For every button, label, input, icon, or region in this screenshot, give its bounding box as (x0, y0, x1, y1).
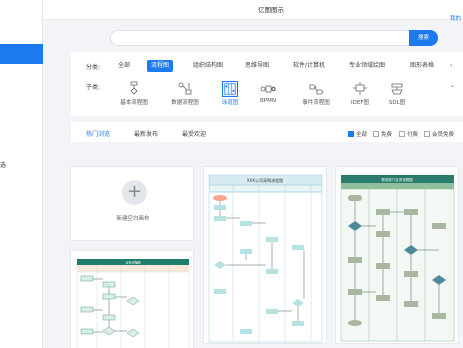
subtype-label-text: 数据流程图 (171, 100, 199, 106)
checkbox-label: 全部 (356, 132, 368, 138)
template-card-business-flow[interactable]: 业务流程图 (70, 250, 194, 348)
checkbox-label: 付费 (407, 132, 419, 138)
category-org-chart[interactable]: 组织结构图 (189, 60, 227, 72)
data-flowchart-icon (178, 82, 192, 95)
subtype-label-text: 事件流程图 (302, 100, 330, 106)
category-graphic-table[interactable]: 图形表格 (406, 60, 438, 72)
checkbox-label: 免费 (381, 132, 393, 138)
filter-member-free-checkbox[interactable]: 会员免费 (424, 130, 454, 138)
new-blank-canvas-card[interactable]: + 新建空白画布 (70, 166, 194, 241)
bpmn-icon (260, 85, 276, 93)
template-thumbnail: 业务流程图 (75, 257, 191, 348)
subtype-sdl[interactable]: SDL图 (375, 81, 419, 106)
left-sidebar: 选 (0, 0, 43, 348)
tab-popular[interactable]: 热门浏览 (86, 129, 110, 138)
subtype-label-text: 基本流程图 (120, 100, 148, 106)
plus-icon: + (122, 180, 147, 205)
event-flowchart-icon (309, 84, 324, 95)
checkbox-icon (373, 131, 379, 137)
top-bar: 亿图图示 我的 (43, 0, 463, 22)
template-thumbnail: 物流部门业务流程图 (339, 173, 456, 343)
tab-favorite[interactable]: 最受欢迎 (182, 129, 206, 138)
category-all[interactable]: 全部 (114, 60, 134, 72)
checkbox-checked-icon (348, 131, 354, 137)
tab-newest[interactable]: 最新发布 (134, 129, 158, 138)
basic-flowchart-icon (130, 81, 138, 95)
category-software[interactable]: 软件/计算机 (289, 60, 329, 72)
template-thumbnail: XXX公司采购流程图 (207, 173, 324, 343)
top-right-link[interactable]: 我的 (450, 14, 461, 22)
search-input[interactable] (111, 31, 409, 45)
filter-free-checkbox[interactable]: 免费 (373, 130, 392, 138)
template-card-logistics-flow[interactable]: 物流部门业务流程图 (335, 166, 459, 344)
category-label: 分类: (86, 64, 101, 71)
filter-all-checkbox[interactable]: 全部 (348, 130, 367, 138)
template-title: 物流部门业务流程图 (381, 177, 413, 182)
chevron-right-icon[interactable]: › (450, 62, 452, 69)
template-title: 业务流程图 (125, 260, 140, 265)
sdl-icon (391, 83, 403, 95)
swimlane-icon (222, 81, 238, 97)
subtype-event-flowchart[interactable]: 事件流程图 (294, 81, 338, 106)
sidebar-item-label[interactable]: 选 (0, 160, 6, 169)
template-title: XXX公司采购流程图 (247, 177, 283, 183)
idef-icon (353, 82, 367, 95)
subtype-label-text: SDL图 (388, 100, 406, 106)
filter-paid-checkbox[interactable]: 付费 (399, 130, 418, 138)
app-title: 亿图图示 (258, 6, 284, 14)
checkbox-icon (399, 131, 405, 137)
subtype-basic-flowchart[interactable]: 基本流程图 (112, 81, 156, 106)
template-card-purchase-flow[interactable]: XXX公司采购流程图 (203, 166, 327, 344)
category-mind-map[interactable]: 思维导图 (241, 60, 273, 72)
checkbox-icon (424, 131, 430, 137)
category-flowchart[interactable]: 流程图 (147, 60, 174, 72)
sidebar-active-item[interactable] (0, 44, 43, 64)
subtype-bpmn[interactable]: BPMN (246, 81, 290, 104)
category-professional[interactable]: 专业领域绘图 (345, 60, 389, 72)
chevron-down-icon[interactable]: ⌄ (450, 82, 455, 89)
search-button[interactable]: 搜索 (409, 30, 438, 46)
subtype-label-text: BPMN (260, 98, 276, 104)
checkbox-label: 会员免费 (432, 132, 455, 138)
new-blank-canvas-label: 新建空白画布 (116, 216, 150, 222)
subtype-label: 子类: (86, 84, 101, 91)
subtype-data-flowchart[interactable]: 数据流程图 (163, 81, 207, 106)
search-box: 搜索 (110, 30, 438, 46)
